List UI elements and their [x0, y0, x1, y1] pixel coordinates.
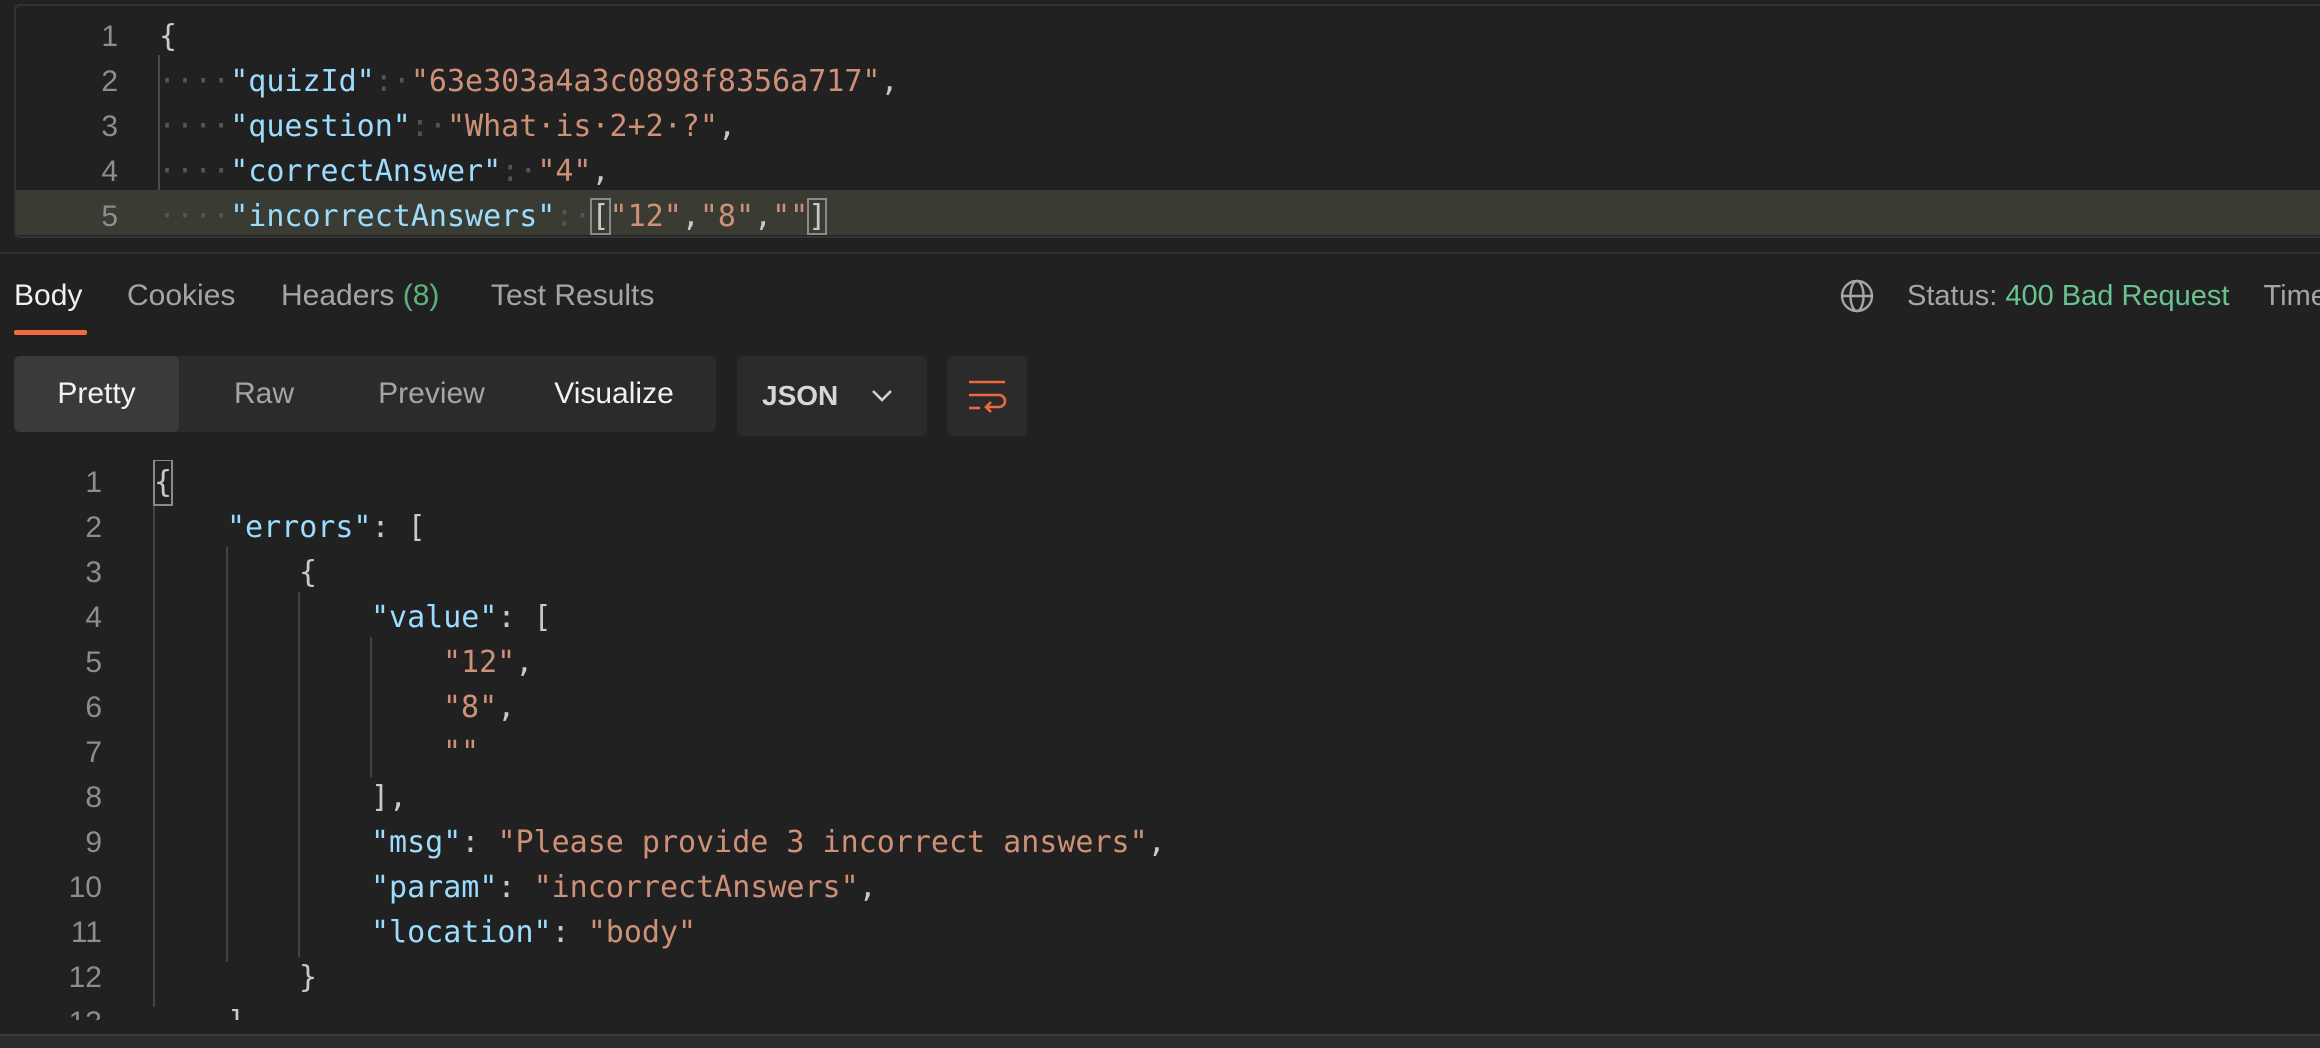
- response-line: 8 ],: [85, 780, 408, 815]
- wrap-lines-button[interactable]: [947, 356, 1027, 436]
- active-tab-indicator: [14, 330, 87, 335]
- request-line-1[interactable]: 1 {: [16, 14, 2320, 59]
- globe-icon[interactable]: [1839, 278, 1875, 314]
- chevron-down-icon: [872, 390, 892, 402]
- json-key: "incorrectAnswers": [230, 199, 556, 234]
- response-line: 2 "errors": [: [85, 510, 426, 545]
- request-line-5-highlighted[interactable]: 5 ····"incorrectAnswers":·["12","8",""]: [16, 190, 2320, 235]
- response-line: 4 "value": [: [85, 600, 552, 635]
- view-mode-raw[interactable]: Raw: [179, 356, 349, 432]
- json-string: "63e303a4a3c0898f8356a717": [410, 64, 881, 99]
- response-line: 10 "param": "incorrectAnswers",: [68, 870, 877, 905]
- tab-cookies[interactable]: Cookies: [127, 272, 235, 320]
- view-mode-preview[interactable]: Preview: [349, 356, 514, 432]
- pane-divider[interactable]: [0, 252, 2320, 254]
- json-key: "question": [230, 109, 411, 144]
- request-line-4[interactable]: 4 ····"correctAnswer":·"4",: [16, 149, 2320, 194]
- request-line-3[interactable]: 3 ····"question":·"What·is·2+2·?",: [16, 104, 2320, 149]
- line-number: 3: [101, 110, 118, 143]
- json-string: "What·is·2+2·?": [447, 109, 718, 144]
- format-select-value: JSON: [762, 380, 839, 411]
- response-body-viewer[interactable]: 1 { 2 "errors": [ 3 { 4 "value": [ 5 "12…: [0, 460, 2320, 1020]
- tab-body[interactable]: Body: [14, 272, 82, 320]
- line-number: 4: [101, 155, 118, 188]
- format-select[interactable]: JSON: [737, 356, 927, 436]
- json-key: "quizId": [230, 64, 375, 99]
- status-label: Status:: [1907, 280, 1998, 312]
- json-key: "correctAnswer": [230, 154, 502, 189]
- response-line: 6 "8",: [85, 690, 516, 725]
- line-number: 2: [101, 65, 118, 98]
- headers-count-badge: (8): [402, 279, 440, 312]
- time-label: Time: [2263, 280, 2320, 312]
- bracket-match: [: [590, 198, 611, 235]
- view-mode-switcher: Pretty Raw Preview Visualize: [14, 356, 716, 432]
- response-line: 7 "": [85, 735, 480, 770]
- tab-test-results[interactable]: Test Results: [491, 272, 654, 320]
- response-line: 5 "12",: [85, 645, 534, 680]
- request-line-2[interactable]: 2 ····"quizId":·"63e303a4a3c0898f8356a71…: [16, 59, 2320, 104]
- wrap-lines-icon: [969, 380, 1007, 413]
- line-number: 5: [101, 200, 118, 233]
- response-line: 12 }: [68, 960, 318, 995]
- response-line: 9 "msg": "Please provide 3 incorrect ans…: [85, 825, 1166, 860]
- tab-headers-label: Headers: [281, 279, 395, 312]
- tab-headers[interactable]: Headers (8): [281, 272, 439, 320]
- response-line: 13 ]: [0, 1000, 2320, 1020]
- line-number: 1: [101, 20, 118, 53]
- view-mode-pretty[interactable]: Pretty: [14, 356, 179, 432]
- view-mode-visualize[interactable]: Visualize: [514, 356, 714, 432]
- request-body-editor[interactable]: 1 { 2 ····"quizId":·"63e303a4a3c0898f835…: [14, 4, 2320, 238]
- response-line: 3 {: [85, 555, 318, 590]
- json-string: "4": [537, 154, 592, 189]
- bracket-match: {: [152, 460, 174, 506]
- status-value: 400 Bad Request: [2005, 280, 2230, 312]
- response-line: 11 "location": "body": [70, 915, 697, 950]
- bracket-match: ]: [807, 198, 828, 235]
- response-status: Status: 400 Bad Request Time: [1907, 272, 2320, 320]
- response-line: 1 {: [0, 460, 2320, 506]
